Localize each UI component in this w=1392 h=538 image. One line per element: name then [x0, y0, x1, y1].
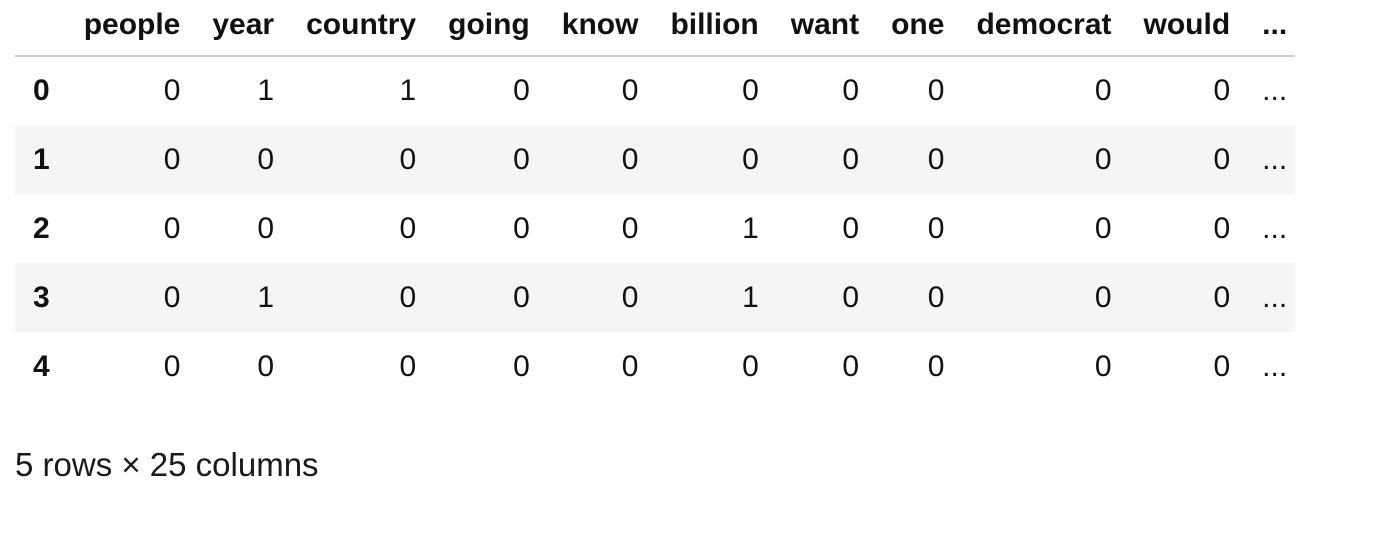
table-cell: 0 — [1213, 74, 1231, 107]
column-header: year — [212, 7, 275, 41]
row-index: 4 — [33, 349, 50, 383]
column-header: billion — [670, 7, 759, 41]
column-header: know — [561, 7, 639, 41]
table-cell: 0 — [621, 211, 639, 245]
column-header: democrat — [976, 7, 1112, 41]
table-row: 2 0 0 0 0 0 1 0 0 0 0 ... — [15, 194, 1295, 263]
table-cell: 0 — [742, 142, 759, 176]
table-cell: 0 — [399, 349, 417, 383]
table-cell: 0 — [621, 280, 639, 314]
table-cell: 0 — [621, 142, 639, 176]
table-cell: 1 — [257, 74, 275, 107]
table-cell: 1 — [399, 74, 417, 107]
row-index: 3 — [33, 280, 50, 314]
table-row: 3 0 1 0 0 0 1 0 0 0 0 ... — [15, 263, 1296, 332]
table-cell: 0 — [399, 211, 417, 245]
table-cell: 0 — [513, 211, 530, 245]
table-cell: 0 — [163, 74, 181, 107]
table-cell: 0 — [621, 74, 639, 107]
table-cell: 0 — [163, 211, 181, 245]
table-cell: 0 — [163, 142, 181, 176]
table-shape-summary: 5 rows × 25 columns — [15, 446, 319, 483]
table-cell: 0 — [513, 74, 530, 107]
table-cell: 0 — [927, 142, 945, 176]
table-cell: 0 — [399, 142, 417, 176]
column-header: would — [1143, 7, 1231, 41]
row-index: 1 — [33, 142, 50, 176]
table-cell: 0 — [1213, 211, 1231, 245]
table-cell: 0 — [257, 211, 275, 245]
table-cell: 0 — [1094, 211, 1112, 245]
column-header: want — [790, 7, 860, 41]
table-cell: 0 — [163, 349, 181, 383]
table-cell: 0 — [1094, 280, 1112, 314]
table-cell: 0 — [742, 349, 759, 383]
table-row: 0 0 1 1 0 0 0 0 0 0 0 ... — [15, 56, 1295, 125]
table-cell: 0 — [927, 280, 945, 314]
table-cell: 0 — [927, 349, 945, 383]
table-cell: 0 — [842, 74, 860, 107]
row-index: 2 — [33, 211, 50, 245]
table-cell: 0 — [1213, 280, 1231, 314]
index-header — [15, 0, 68, 56]
table-cell: 0 — [1213, 349, 1231, 383]
table-row: 1 0 0 0 0 0 0 0 0 0 0 ... — [15, 125, 1296, 194]
table-cell: 0 — [842, 142, 860, 176]
column-header-ellipsis: ... — [1262, 7, 1288, 41]
table-cell: 0 — [163, 280, 181, 314]
dataframe-table: people year country going know billion w… — [15, 0, 1296, 401]
table-cell: 0 — [513, 349, 530, 383]
column-header: people — [83, 7, 181, 41]
table-cell: 0 — [842, 280, 860, 314]
table-cell: 0 — [842, 211, 860, 245]
table-cell: 0 — [842, 349, 860, 383]
column-header: one — [891, 7, 945, 41]
table-cell: 0 — [257, 349, 275, 383]
header-row: people year country going know billion w… — [15, 0, 1296, 56]
table-cell: 0 — [1094, 142, 1112, 176]
table-cell: 0 — [1094, 74, 1112, 107]
row-index: 0 — [33, 74, 50, 107]
table-cell: 0 — [513, 280, 530, 314]
table-cell: 0 — [742, 74, 759, 107]
table-cell: 0 — [621, 349, 639, 383]
table-cell: 0 — [927, 74, 945, 107]
table-cell: 0 — [927, 211, 945, 245]
table-cell-ellipsis: ... — [1262, 211, 1288, 245]
table-cell-ellipsis: ... — [1262, 74, 1288, 107]
table-cell: 1 — [257, 280, 275, 314]
table-row: 4 0 0 0 0 0 0 0 0 0 0 ... — [15, 332, 1295, 401]
table-cell: 0 — [257, 142, 275, 176]
table-cell: 1 — [742, 280, 759, 314]
table-cell-ellipsis: ... — [1262, 142, 1288, 176]
table-cell-ellipsis: ... — [1262, 349, 1288, 383]
column-header: country — [306, 7, 417, 41]
table-cell: 0 — [1094, 349, 1112, 383]
table-cell-ellipsis: ... — [1262, 280, 1288, 314]
table-cell: 1 — [742, 211, 759, 245]
dataframe-output: people year country going know billion w… — [15, 0, 1296, 401]
table-cell: 0 — [399, 280, 417, 314]
column-header: going — [448, 7, 530, 41]
table-cell: 0 — [513, 142, 530, 176]
table-cell: 0 — [1213, 142, 1231, 176]
